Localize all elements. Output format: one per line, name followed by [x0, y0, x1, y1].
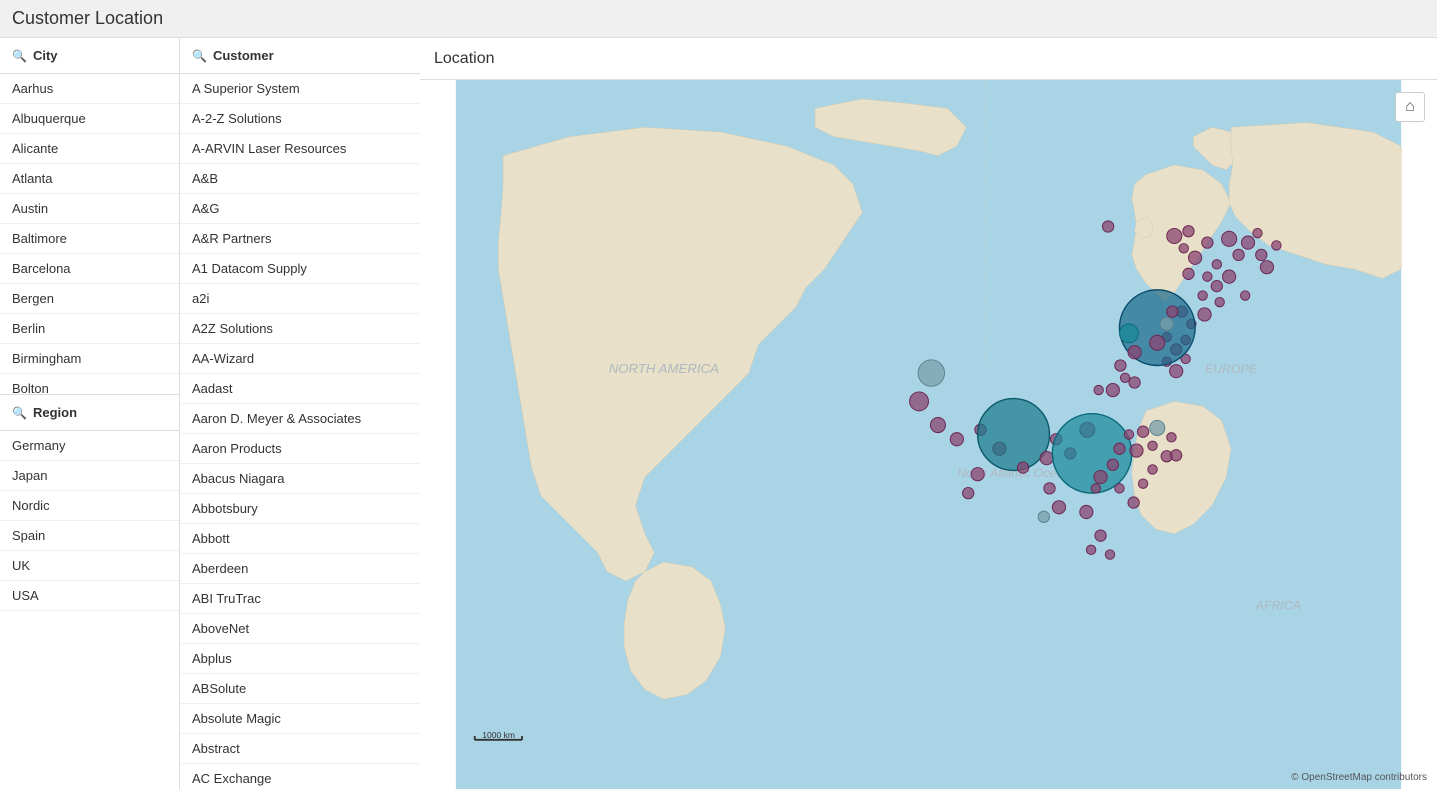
- city-list-item[interactable]: Austin: [0, 194, 179, 224]
- city-list-item[interactable]: Bergen: [0, 284, 179, 314]
- region-list: GermanyJapanNordicSpainUKUSA: [0, 431, 179, 751]
- customer-list-item[interactable]: AboveNet: [180, 614, 420, 644]
- customer-list-item[interactable]: AC Exchange: [180, 764, 420, 789]
- customer-list-item[interactable]: a2i: [180, 284, 420, 314]
- city-panel-title: City: [33, 48, 58, 63]
- customer-list-item[interactable]: A&G: [180, 194, 420, 224]
- city-list: AarhusAlbuquerqueAlicanteAtlantaAustinBa…: [0, 74, 179, 394]
- map-attribution: © OpenStreetMap contributors: [1291, 772, 1427, 783]
- customer-list-item[interactable]: A-2-Z Solutions: [180, 104, 420, 134]
- customer-list-item[interactable]: ABSolute: [180, 674, 420, 704]
- city-list-item[interactable]: Atlanta: [0, 164, 179, 194]
- customer-list-item[interactable]: A2Z Solutions: [180, 314, 420, 344]
- city-panel: 🔍 City AarhusAlbuquerqueAlicanteAtlantaA…: [0, 38, 180, 789]
- city-list-item[interactable]: Baltimore: [0, 224, 179, 254]
- city-list-item[interactable]: Bolton: [0, 374, 179, 394]
- region-list-item[interactable]: Germany: [0, 431, 179, 461]
- city-list-item[interactable]: Barcelona: [0, 254, 179, 284]
- customer-list-item[interactable]: Abstract: [180, 734, 420, 764]
- city-list-item[interactable]: Alicante: [0, 134, 179, 164]
- home-icon: ⌂: [1405, 98, 1415, 116]
- page-title: Customer Location: [12, 8, 163, 29]
- region-list-item[interactable]: Nordic: [0, 491, 179, 521]
- svg-text:NORTH AMERICA: NORTH AMERICA: [609, 361, 719, 376]
- city-search-icon: 🔍: [12, 49, 27, 63]
- city-list-item[interactable]: Birmingham: [0, 344, 179, 374]
- region-list-item[interactable]: USA: [0, 581, 179, 611]
- customer-list-item[interactable]: Abplus: [180, 644, 420, 674]
- customer-list-item[interactable]: A Superior System: [180, 74, 420, 104]
- customer-list-item[interactable]: Aberdeen: [180, 554, 420, 584]
- customer-list-item[interactable]: Abbott: [180, 524, 420, 554]
- city-list-item[interactable]: Berlin: [0, 314, 179, 344]
- map-title: Location: [434, 50, 495, 68]
- svg-text:AFRICA: AFRICA: [1255, 598, 1301, 612]
- region-search-icon: 🔍: [12, 406, 27, 420]
- customer-search-icon: 🔍: [192, 49, 207, 63]
- customer-panel-header: 🔍 Customer: [180, 38, 420, 74]
- city-list-item[interactable]: Albuquerque: [0, 104, 179, 134]
- region-panel-title: Region: [33, 405, 77, 420]
- city-panel-header: 🔍 City: [0, 38, 179, 74]
- region-list-item[interactable]: Spain: [0, 521, 179, 551]
- customer-list-item[interactable]: A1 Datacom Supply: [180, 254, 420, 284]
- map-container: NORTH AMERICA North Atlantic Ocean EUROP…: [420, 80, 1437, 789]
- page-header: Customer Location: [0, 0, 1437, 38]
- customer-list-item[interactable]: Absolute Magic: [180, 704, 420, 734]
- map-svg: NORTH AMERICA North Atlantic Ocean EUROP…: [420, 80, 1437, 789]
- left-panels: 🔍 City AarhusAlbuquerqueAlicanteAtlantaA…: [0, 38, 420, 789]
- customer-list-item[interactable]: Aaron Products: [180, 434, 420, 464]
- customer-list-item[interactable]: A&R Partners: [180, 224, 420, 254]
- city-list-item[interactable]: Aarhus: [0, 74, 179, 104]
- customer-panel: 🔍 Customer A Superior SystemA-2-Z Soluti…: [180, 38, 420, 789]
- customer-list-item[interactable]: A-ARVIN Laser Resources: [180, 134, 420, 164]
- svg-text:1000 km: 1000 km: [482, 730, 515, 740]
- customer-list-item[interactable]: Aadast: [180, 374, 420, 404]
- customer-list-item[interactable]: Abbotsbury: [180, 494, 420, 524]
- attribution-text: © OpenStreetMap contributors: [1291, 772, 1427, 783]
- map-area: Location: [420, 38, 1437, 789]
- customer-list-item[interactable]: ABI TruTrac: [180, 584, 420, 614]
- svg-text:EUROPE: EUROPE: [1205, 362, 1258, 376]
- customer-list-item[interactable]: AA-Wizard: [180, 344, 420, 374]
- home-button[interactable]: ⌂: [1395, 92, 1425, 122]
- customer-list-item[interactable]: Abacus Niagara: [180, 464, 420, 494]
- map-header: Location: [420, 38, 1437, 80]
- customer-list-item[interactable]: A&B: [180, 164, 420, 194]
- region-list-item[interactable]: UK: [0, 551, 179, 581]
- customer-list: A Superior SystemA-2-Z SolutionsA-ARVIN …: [180, 74, 420, 789]
- region-list-item[interactable]: Japan: [0, 461, 179, 491]
- customer-panel-title: Customer: [213, 48, 274, 63]
- customer-list-item[interactable]: Aaron D. Meyer & Associates: [180, 404, 420, 434]
- region-panel-header: 🔍 Region: [0, 394, 179, 431]
